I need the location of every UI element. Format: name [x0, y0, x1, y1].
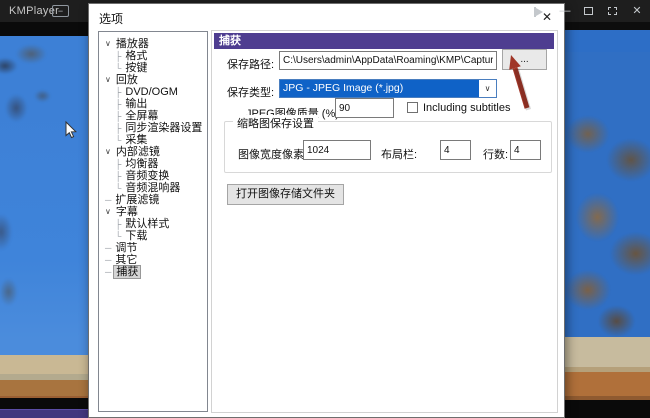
tree-item-label: 输出 [123, 98, 149, 110]
tree-item-label: 下载 [123, 230, 149, 242]
tree-item-9[interactable]: ∨内部滤镜 [105, 146, 207, 158]
tree-item-label: 调节 [113, 242, 139, 254]
chevron-expanded-icon[interactable]: ∨ [105, 206, 111, 218]
save-path-input[interactable] [279, 51, 497, 70]
tree-item-10[interactable]: ├均衡器 [105, 158, 207, 170]
tree-item-label: 音频变换 [123, 170, 171, 182]
tree-item-3[interactable]: ∨回放 [105, 74, 207, 86]
tree-item-6[interactable]: ├全屏幕 [105, 110, 207, 122]
save-path-label: 保存路径: [227, 56, 274, 72]
tree-item-label: 内部滤镜 [114, 146, 162, 158]
tree-item-label: 采集 [123, 134, 149, 146]
tree-branches-decor [0, 30, 65, 150]
tree-item-label: 播放器 [114, 38, 151, 50]
jpeg-quality-input[interactable] [335, 98, 394, 118]
tree-connector: ├ [115, 218, 121, 230]
tree-item-15[interactable]: ├默认样式 [105, 218, 207, 230]
tree-item-label: 音频混响器 [123, 182, 182, 194]
rows-input[interactable] [510, 140, 541, 160]
tree-item-16[interactable]: └下载 [105, 230, 207, 242]
tree-connector: ├ [115, 122, 121, 134]
thumbnail-settings-group: 缩略图保存设置 图像宽度像素: 布局栏: 行数: [224, 121, 552, 173]
browse-button[interactable]: ... [502, 49, 547, 70]
including-subtitles-checkbox[interactable] [407, 102, 418, 113]
video-frame-left [0, 22, 88, 418]
chevron-down-icon: ∨ [479, 80, 496, 97]
dialog-title: 选项 [99, 10, 123, 27]
tree-connector: └ [115, 134, 121, 146]
columns-input[interactable] [440, 140, 471, 160]
tree-item-0[interactable]: ∨播放器 [105, 38, 207, 50]
pane-header: 捕获 [214, 33, 554, 49]
tree-item-4[interactable]: ├DVD/OGM [105, 86, 207, 98]
tree-item-label: DVD/OGM [123, 86, 180, 98]
tree-connector: ├ [115, 110, 121, 122]
fullscreen-icon[interactable] [606, 4, 620, 18]
tree-connector: ─ [105, 254, 111, 266]
tree-connector: ├ [115, 50, 121, 62]
chevron-expanded-icon[interactable]: ∨ [105, 74, 111, 86]
tree-item-13[interactable]: ─扩展滤镜 [105, 194, 207, 206]
tree-item-label: 格式 [123, 50, 149, 62]
tree-item-label: 同步渲染器设置 [123, 122, 204, 134]
tree-branches-decor [0, 187, 36, 337]
chevron-expanded-icon[interactable]: ∨ [105, 38, 111, 50]
close-window-icon[interactable]: ✕ [630, 4, 644, 18]
tree-item-5[interactable]: ├输出 [105, 98, 207, 110]
tree-item-label: 回放 [114, 74, 140, 86]
menu-box-icon[interactable]: − [52, 5, 69, 17]
window-controls: — ✕ [534, 3, 644, 19]
tree-item-8[interactable]: └采集 [105, 134, 207, 146]
tree-item-label: 字幕 [114, 206, 140, 218]
tree-connector: └ [115, 182, 121, 194]
tree-item-14[interactable]: ∨字幕 [105, 206, 207, 218]
tree-item-2[interactable]: └按键 [105, 62, 207, 74]
rows-label: 行数: [483, 146, 508, 162]
tree-item-11[interactable]: ├音频变换 [105, 170, 207, 182]
chevron-expanded-icon[interactable]: ∨ [105, 146, 111, 158]
columns-label: 布局栏: [381, 146, 417, 162]
tree-item-12[interactable]: └音频混响器 [105, 182, 207, 194]
tree-item-label: 扩展滤镜 [113, 194, 161, 206]
options-tree: ∨播放器├格式└按键∨回放├DVD/OGM├输出├全屏幕├同步渲染器设置└采集∨… [98, 31, 208, 412]
capture-settings-pane: 捕获 保存路径: ... 保存类型: JPG - JPEG Image (*.j… [211, 30, 558, 413]
including-subtitles-label: Including subtitles [423, 102, 510, 114]
tree-item-label: 捕获 [113, 265, 141, 279]
player-bottom-strip [0, 409, 88, 418]
tree-connector: ─ [105, 242, 111, 254]
image-width-label: 图像宽度像素: [238, 146, 307, 162]
tree-item-17[interactable]: ─调节 [105, 242, 207, 254]
video-frame-right [565, 22, 650, 418]
open-image-folder-button[interactable]: 打开图像存储文件夹 [227, 184, 344, 205]
tree-foliage-decor [559, 82, 650, 342]
pin-icon[interactable] [534, 4, 548, 18]
tree-connector: └ [115, 230, 121, 242]
tree-item-label: 默认样式 [123, 218, 171, 230]
tree-item-1[interactable]: ├格式 [105, 50, 207, 62]
save-type-label: 保存类型: [227, 84, 274, 100]
maximize-icon[interactable] [582, 4, 596, 18]
minimize-icon[interactable]: — [558, 4, 572, 18]
tree-connector: ├ [115, 86, 121, 98]
tree-connector: └ [115, 62, 121, 74]
tree-connector: ─ [105, 266, 111, 278]
save-type-dropdown[interactable]: JPG - JPEG Image (*.jpg) ∨ [279, 79, 497, 98]
tree-connector: ─ [105, 194, 111, 206]
tree-item-label: 按键 [123, 62, 149, 74]
tree-connector: ├ [115, 158, 121, 170]
tree-item-7[interactable]: ├同步渲染器设置 [105, 122, 207, 134]
tree-connector: ├ [115, 98, 121, 110]
tree-item-label: 全屏幕 [123, 110, 160, 122]
image-width-input[interactable] [303, 140, 371, 160]
tree-item-19[interactable]: ─捕获 [105, 266, 207, 278]
thumbnail-group-title: 缩略图保存设置 [233, 115, 318, 131]
tree-item-label: 均衡器 [123, 158, 160, 170]
tree-connector: ├ [115, 170, 121, 182]
save-type-selected-value: JPG - JPEG Image (*.jpg) [280, 80, 479, 97]
options-dialog: 选项 ✕ ∨播放器├格式└按键∨回放├DVD/OGM├输出├全屏幕├同步渲染器设… [88, 3, 565, 418]
